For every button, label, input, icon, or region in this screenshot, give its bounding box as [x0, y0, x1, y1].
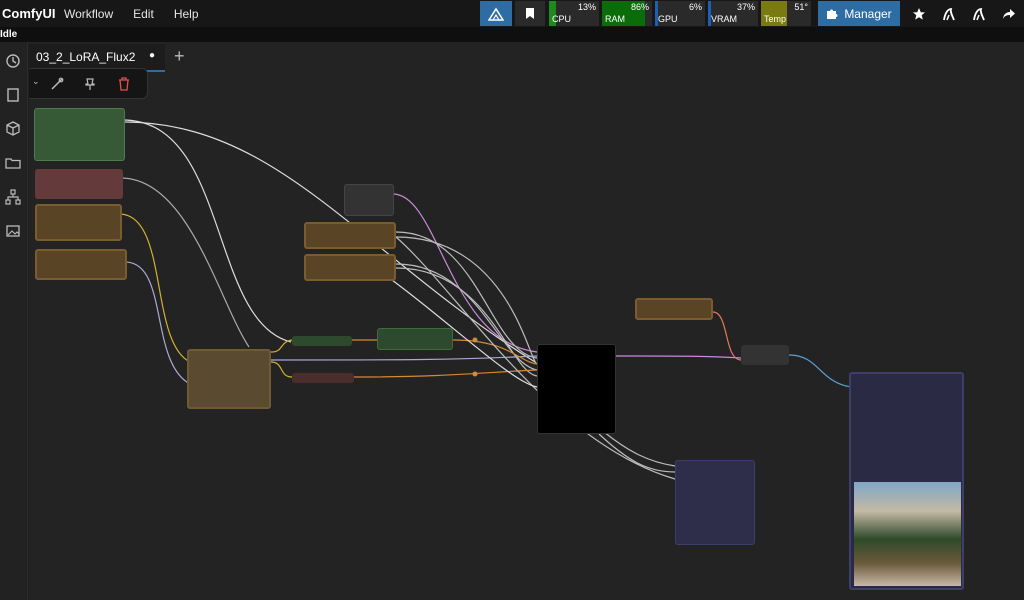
manager-label: Manager — [844, 6, 892, 21]
node-prompt-negative[interactable] — [304, 254, 396, 281]
model-button-1[interactable] — [934, 1, 964, 26]
ram-monitor: RAM 86% — [602, 1, 652, 26]
queue-button[interactable] — [480, 1, 512, 26]
resource-monitors: CPU 13% RAM 86% GPU 6% VRAM 37% Temp 51° — [549, 1, 814, 26]
graph-canvas[interactable]: 03_2_LoRA_Flux2 ● + ⌄ — [29, 42, 1024, 600]
mountain-icon — [488, 7, 504, 21]
left-sidebar — [0, 42, 28, 600]
app-logo[interactable]: ComfyUI — [2, 6, 64, 21]
menu-workflow[interactable]: Workflow — [64, 7, 113, 21]
cube-icon[interactable] — [4, 120, 22, 138]
temp-monitor: Temp 51° — [761, 1, 811, 26]
node-model-loader[interactable] — [34, 108, 125, 161]
temp-value: 51° — [794, 2, 808, 12]
menu-edit[interactable]: Edit — [133, 7, 154, 21]
manager-button[interactable]: Manager — [818, 1, 900, 26]
node-conditioning-negative[interactable] — [292, 373, 354, 383]
status-text: Idle — [0, 29, 18, 40]
node-empty-latent[interactable] — [635, 298, 713, 320]
share-button[interactable] — [994, 1, 1024, 26]
history-icon[interactable] — [4, 52, 22, 70]
gpu-value: 6% — [688, 2, 702, 12]
star-button[interactable] — [904, 1, 934, 26]
queue-list-icon[interactable] — [4, 86, 22, 104]
cpu-monitor: CPU 13% — [549, 1, 599, 26]
menu-help[interactable]: Help — [174, 7, 199, 21]
temp-label: Temp — [764, 14, 787, 24]
gpu-label: GPU — [658, 14, 678, 24]
node-vae-decode[interactable] — [741, 345, 789, 365]
vram-monitor: VRAM 37% — [708, 1, 758, 26]
vram-label: VRAM — [711, 14, 738, 24]
ram-label: RAM — [605, 14, 625, 24]
node-conditioning-positive[interactable] — [292, 336, 352, 346]
node-clip-loader[interactable] — [35, 204, 122, 241]
model-icon — [943, 7, 955, 20]
model-button-2[interactable] — [964, 1, 994, 26]
model-icon — [973, 7, 985, 20]
node-tree-icon[interactable] — [4, 188, 22, 206]
node-lora-loader[interactable] — [35, 169, 123, 199]
status-bar: Idle — [0, 27, 1024, 42]
node-seed[interactable] — [344, 184, 394, 216]
star-icon — [913, 7, 925, 20]
top-right-toolbar: CPU 13% RAM 86% GPU 6% VRAM 37% Temp 51° Mana… — [480, 0, 1024, 27]
cpu-label: CPU — [552, 14, 572, 24]
node-vae-loader[interactable] — [35, 249, 127, 280]
node-preview-image[interactable] — [675, 460, 755, 545]
vram-value: 37% — [736, 2, 755, 12]
node-clip-text-encode[interactable] — [187, 349, 271, 409]
gpu-monitor: GPU 6% — [655, 1, 705, 26]
image-gallery-icon[interactable] — [4, 222, 22, 240]
node-flux-guidance[interactable] — [377, 328, 453, 350]
output-image[interactable] — [854, 482, 961, 586]
folder-icon[interactable] — [4, 154, 22, 172]
cpu-value: 13% — [577, 2, 596, 12]
node-ksampler[interactable] — [537, 344, 616, 434]
puzzle-icon — [827, 9, 838, 19]
ram-value: 86% — [630, 2, 649, 12]
node-prompt-positive[interactable] — [304, 222, 396, 249]
node-save-image[interactable] — [849, 372, 964, 590]
top-menu-bar: ComfyUI Workflow Edit Help CPU 13% RAM 86%… — [0, 0, 1024, 27]
bookmark-button[interactable] — [515, 1, 545, 26]
bookmark-icon — [526, 8, 534, 19]
share-icon — [1003, 8, 1015, 19]
